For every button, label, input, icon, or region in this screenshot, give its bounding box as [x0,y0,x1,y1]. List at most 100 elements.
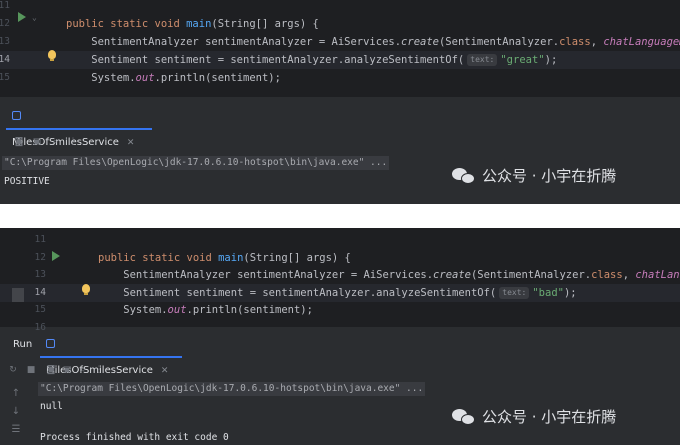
code-token: (String[] args) { [211,18,319,30]
line-number: 13 [0,36,10,47]
code-line[interactable]: 11 [0,231,680,249]
code-text: System.out.println(sentiment); [98,301,313,319]
code-token: (SentimentAnalyzer. [438,36,560,48]
run-gutter-icon[interactable] [18,12,26,22]
code-token: public static void [98,251,219,264]
tab-miles-of-smiles-service[interactable]: MilesOfSmilesService ✕ [6,104,152,148]
watermark: 公众号 · 小宇在折腾 [452,165,616,186]
code-token: Sentiment sentiment = sentimentAnalyzer.… [98,286,497,299]
camera-icon[interactable]: ◙ [14,137,24,147]
code-line[interactable]: 15 System.out.println(sentiment); [0,301,680,319]
code-text: Sentiment sentiment = sentimentAnalyzer.… [66,51,557,69]
code-token: out [167,304,187,316]
console-command-line: "C:\Program Files\OpenLogic\jdk-17.0.6.1… [38,382,426,396]
line-number: 15 [0,72,10,83]
watermark: 公众号 · 小宇在折腾 [452,406,616,427]
console-toolbar: ↻ ■ ◙ ▣ ⌕ ⋮ [0,362,680,378]
scroll-marker[interactable] [12,288,24,302]
restore-layout-icon[interactable]: ▣ [62,365,72,375]
code-token: .println(sentiment); [186,304,313,316]
code-token: public static void [66,18,187,30]
code-editor[interactable]: 15 System.out.println(sentiment); 14 Sent… [0,0,680,97]
run-tool-window-header: Run MilesOfSmilesService ✕ [0,332,680,376]
code-token: .println(sentiment); [154,72,281,84]
code-line[interactable]: 12 public static void main(String[] args)… [0,249,680,267]
parameter-hint: text: [467,54,498,66]
console-finish-line: Process finished with exit code 0 [40,432,229,443]
line-number: 11 [34,234,46,245]
line-number: 14 [0,54,10,65]
code-text: public static void main(String[] args) { [66,15,319,33]
code-token: Sentiment sentiment = sentimentAnalyzer.… [66,54,465,66]
code-token: main [186,18,212,30]
code-token: (SentimentAnalyzer. [470,269,592,281]
more-vert-icon[interactable]: ⋮ [94,365,104,375]
console-toolbar: ◙ ▣ ⌕ ⋮ [0,134,680,150]
top-ide-panel: 15 System.out.println(sentiment); 14 Sent… [0,0,680,204]
code-text: SentimentAnalyzer sentimentAnalyzer = Ai… [66,33,680,51]
lightbulb-icon[interactable] [82,284,90,295]
code-token: chatLanguageModel [603,36,680,48]
line-number: 15 [34,304,46,315]
code-token: chatLanguageModel [635,269,680,281]
wechat-icon [452,407,476,427]
run-tool-label[interactable]: Run [13,332,32,358]
camera-icon[interactable]: ◙ [46,365,56,375]
run-tool-window-header: MilesOfSmilesService ✕ [0,104,680,148]
code-editor[interactable]: 16 15 System.out.println(sentiment); 14 Se… [0,228,680,333]
parameter-hint: text: [499,286,530,299]
code-line[interactable]: 14 Sentiment sentiment = sentimentAnalyz… [0,283,680,302]
restore-layout-icon[interactable]: ▣ [32,137,42,147]
wechat-icon [452,166,476,186]
line-number: 13 [34,269,46,280]
code-text: SentimentAnalyzer sentimentAnalyzer = Ai… [98,266,680,284]
watermark-text: 公众号 · 小宇在折腾 [482,167,617,185]
console-result-line: POSITIVE [4,176,50,187]
code-token: System. [66,72,136,84]
watermark-text: 公众号 · 小宇在折腾 [482,408,617,426]
console-result-line: null [40,401,63,412]
code-line[interactable]: 12 public static void main(String[] args)… [0,15,680,33]
code-token: ); [563,286,577,299]
code-token: create [433,269,471,281]
code-line[interactable]: 14 Sentiment sentiment = sentimentAnalyz… [0,51,680,69]
code-token: class [559,36,591,48]
tab-active-indicator [40,356,182,358]
chevron-down-icon[interactable]: ⌄ [32,13,37,22]
line-number: 12 [34,251,46,263]
code-token: ); [544,54,558,66]
code-token: (String[] args) { [243,251,351,264]
stop-icon[interactable]: ■ [26,365,36,375]
search-icon[interactable]: ⌕ [50,137,60,147]
console-command-line: "C:\Program Files\OpenLogic\jdk-17.0.6.1… [2,156,390,170]
code-token: main [218,251,244,264]
code-token: out [135,72,155,84]
service-icon [46,339,55,348]
run-gutter-icon[interactable] [52,251,60,261]
rerun-icon[interactable]: ↻ [8,365,18,375]
code-line[interactable]: 11 [0,0,680,15]
line-number: 12 [0,18,10,29]
line-number: 11 [0,0,10,11]
lightbulb-icon[interactable] [48,50,56,61]
code-token: class [591,269,623,281]
service-icon [12,111,21,120]
code-text: public static void main(String[] args) { [98,249,351,267]
line-number: 14 [34,286,46,298]
code-token: create [401,36,439,48]
bottom-ide-panel: 16 15 System.out.println(sentiment); 14 Se… [0,228,680,445]
code-token: SentimentAnalyzer sentimentAnalyzer = Ai… [98,269,434,281]
code-token: , [622,269,636,281]
code-token: , [590,36,604,48]
code-token: System. [98,304,168,316]
code-token: "great" [500,54,545,66]
search-icon[interactable]: ⌕ [78,365,88,375]
tab-active-indicator [6,128,152,130]
more-vert-icon[interactable]: ⋮ [68,137,78,147]
code-line[interactable]: 13 SentimentAnalyzer sentimentAnalyzer =… [0,266,680,284]
code-line[interactable]: 13 SentimentAnalyzer sentimentAnalyzer =… [0,33,680,51]
code-token: "bad" [532,286,564,299]
code-line[interactable]: 15 System.out.println(sentiment); [0,69,680,87]
code-text: Sentiment sentiment = sentimentAnalyzer.… [98,284,577,302]
tab-miles-of-smiles-service[interactable]: MilesOfSmilesService ✕ [40,332,182,376]
